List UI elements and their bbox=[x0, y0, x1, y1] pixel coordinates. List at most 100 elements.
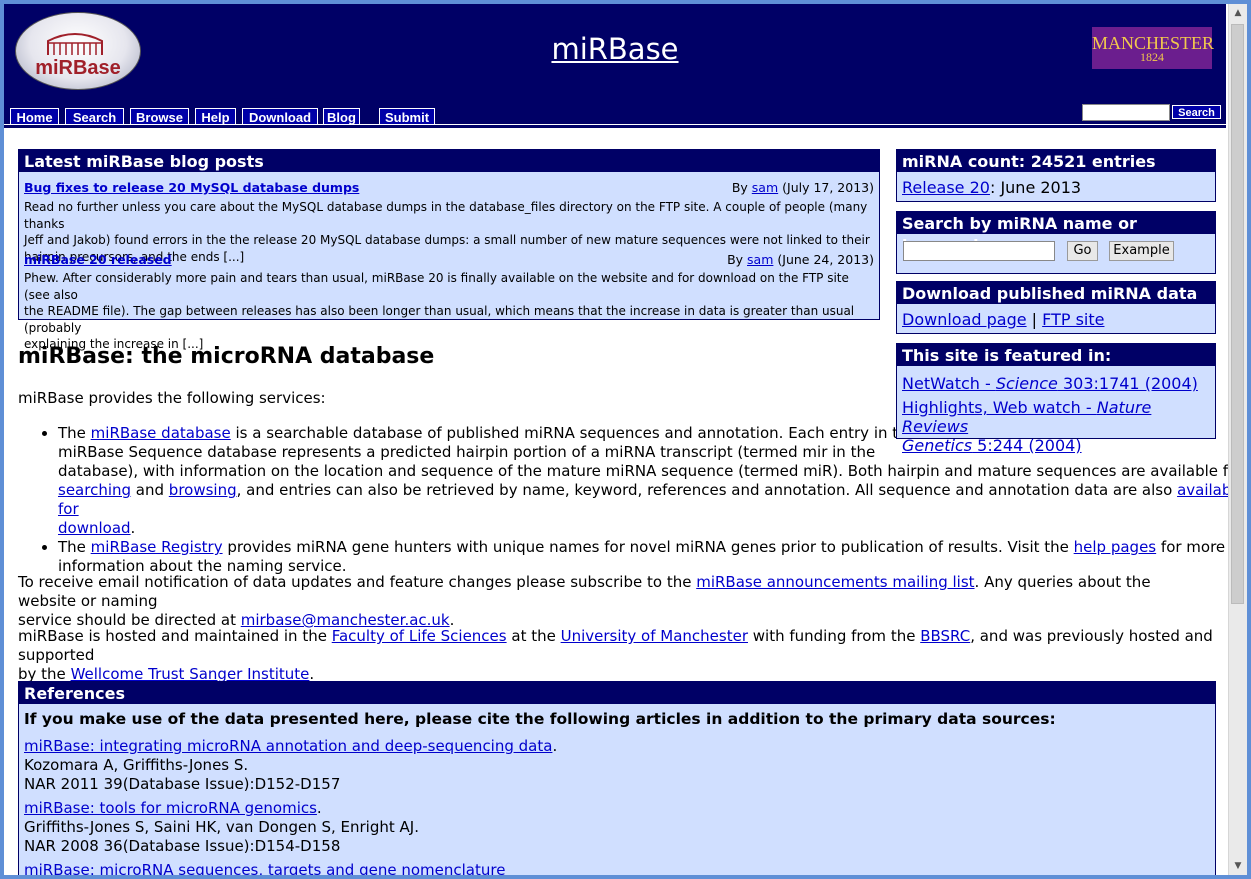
download-heading: Download published miRNA data bbox=[897, 282, 1215, 304]
vertical-scrollbar[interactable]: ▲ ▼ bbox=[1228, 4, 1247, 875]
release-info: Release 20: June 2013 bbox=[902, 178, 1081, 197]
references-heading: References bbox=[19, 682, 1215, 704]
references-panel: References If you make use of the data p… bbox=[18, 681, 1216, 875]
mirbase-registry-link[interactable]: miRBase Registry bbox=[91, 538, 223, 556]
nav-blog[interactable]: Blog bbox=[323, 108, 360, 125]
nav-download[interactable]: Download bbox=[242, 108, 318, 125]
university-logo[interactable]: MANCHESTER 1824 bbox=[1092, 27, 1214, 69]
nav-help[interactable]: Help bbox=[195, 108, 236, 125]
reference-title-link[interactable]: miRBase: integrating microRNA annotation… bbox=[24, 737, 552, 755]
nav-submit[interactable]: Submit bbox=[379, 108, 435, 125]
text: miRBase Sequence database represents a p… bbox=[58, 443, 876, 461]
searching-link[interactable]: searching bbox=[58, 481, 131, 499]
site-title[interactable]: miRBase bbox=[4, 32, 1226, 66]
count-heading: miRNA count: 24521 entries bbox=[897, 150, 1215, 172]
text: Genetics bbox=[902, 436, 973, 455]
nav-home[interactable]: Home bbox=[10, 108, 59, 125]
blog-post-excerpt: Phew. After considerably more pain and t… bbox=[24, 270, 874, 353]
text: NetWatch - bbox=[902, 374, 996, 393]
go-button[interactable]: Go bbox=[1067, 241, 1098, 261]
hosted-paragraph: miRBase is hosted and maintained in the … bbox=[18, 627, 1213, 684]
release-date: : June 2013 bbox=[989, 178, 1082, 197]
references-intro: If you make use of the data presented he… bbox=[24, 710, 1056, 728]
text: . bbox=[130, 519, 136, 537]
text: 303:1741 (2004) bbox=[1057, 374, 1198, 393]
bbsrc-link[interactable]: BBSRC bbox=[920, 627, 970, 645]
text: and bbox=[131, 481, 169, 499]
text: Science bbox=[995, 374, 1058, 393]
text: with funding from the bbox=[748, 627, 921, 645]
text: miRBase is hosted and maintained in the bbox=[18, 627, 332, 645]
reference-item: miRBase: microRNA sequences, targets and… bbox=[24, 861, 505, 875]
quick-search-button[interactable]: Search bbox=[1172, 105, 1221, 119]
blog-post-date: (July 17, 2013) bbox=[782, 180, 874, 195]
download-page-link[interactable]: Download page bbox=[902, 310, 1027, 329]
nav-search[interactable]: Search bbox=[65, 108, 124, 125]
text: provides miRNA gene hunters with unique … bbox=[222, 538, 1074, 556]
keyword-search-input[interactable] bbox=[903, 241, 1055, 261]
site-header: miRBase miRBase MANCHESTER 1824 Home Sea… bbox=[4, 4, 1226, 128]
browser-window: miRBase miRBase MANCHESTER 1824 Home Sea… bbox=[4, 4, 1247, 875]
reference-journal: NAR 2008 36(Database Issue):D154-D158 bbox=[24, 837, 341, 855]
blog-post-title[interactable]: miRBase 20 released bbox=[24, 252, 172, 267]
scroll-up-icon[interactable]: ▲ bbox=[1229, 4, 1247, 22]
text: for more bbox=[1156, 538, 1226, 556]
featured-panel: This site is featured in: NetWatch - Sci… bbox=[896, 343, 1216, 455]
text: 5:244 (2004) bbox=[972, 436, 1082, 455]
reference-item: miRBase: integrating microRNA annotation… bbox=[24, 737, 558, 793]
text: , and entries can also be retrieved by n… bbox=[236, 481, 1178, 499]
page-title: miRBase: the microRNA database bbox=[18, 344, 435, 369]
release-link[interactable]: Release 20 bbox=[902, 178, 990, 197]
mirna-count-panel: miRNA count: 24521 entries Release 20: J… bbox=[896, 149, 1216, 202]
blog-post-by: By bbox=[727, 252, 744, 267]
blog-post-by: By bbox=[731, 180, 748, 195]
download-panel: Download published miRNA data Download p… bbox=[896, 281, 1216, 334]
text: at the bbox=[506, 627, 561, 645]
reference-journal: NAR 2011 39(Database Issue):D152-D157 bbox=[24, 775, 341, 793]
list-item: The miRBase Registry provides miRNA gene… bbox=[58, 538, 1229, 576]
reference-title-link[interactable]: miRBase: tools for microRNA genomics bbox=[24, 799, 317, 817]
mailing-list-link[interactable]: miRBase announcements mailing list bbox=[696, 573, 974, 591]
blog-post-title[interactable]: Bug fixes to release 20 MySQL database d… bbox=[24, 180, 359, 195]
reference-title-link[interactable]: miRBase: microRNA sequences, targets and… bbox=[24, 861, 505, 875]
excerpt-line: Phew. After considerably more pain and t… bbox=[24, 271, 849, 302]
text: The bbox=[58, 424, 91, 442]
ftp-site-link[interactable]: FTP site bbox=[1042, 310, 1104, 329]
quick-search-input[interactable] bbox=[1082, 104, 1170, 121]
reference-authors: Griffiths-Jones S, Saini HK, van Dongen … bbox=[24, 818, 419, 836]
scroll-thumb[interactable] bbox=[1231, 24, 1244, 604]
highlights-link[interactable]: Highlights, Web watch - Nature Reviews G… bbox=[902, 398, 1215, 455]
mirbase-database-link[interactable]: miRBase database bbox=[91, 424, 231, 442]
blog-post-author[interactable]: sam bbox=[752, 180, 778, 195]
text: is a searchable database of published mi… bbox=[230, 424, 917, 442]
featured-heading: This site is featured in: bbox=[897, 344, 1215, 366]
search-heading: Search by miRNA name or keyword bbox=[897, 212, 1215, 255]
reference-authors: Kozomara A, Griffiths-Jones S. bbox=[24, 756, 249, 774]
browsing-link[interactable]: browsing bbox=[169, 481, 237, 499]
download-link[interactable]: download bbox=[58, 519, 131, 537]
nav-browse[interactable]: Browse bbox=[130, 108, 189, 125]
blog-heading: Latest miRBase blog posts bbox=[19, 150, 879, 172]
netwatch-link[interactable]: NetWatch - Science 303:1741 (2004) bbox=[902, 374, 1198, 393]
scroll-down-icon[interactable]: ▼ bbox=[1229, 857, 1247, 875]
excerpt-line: Jeff and Jakob) found errors in the the … bbox=[24, 233, 870, 247]
blog-post-date: (June 24, 2013) bbox=[777, 252, 874, 267]
help-pages-link[interactable]: help pages bbox=[1074, 538, 1156, 556]
blog-post-byline: By sam (July 17, 2013) bbox=[732, 180, 874, 195]
header-divider bbox=[4, 125, 1226, 128]
separator: | bbox=[1026, 310, 1043, 329]
blog-posts-panel: Latest miRBase blog posts Bug fixes to r… bbox=[18, 149, 880, 351]
text: To receive email notification of data up… bbox=[18, 573, 697, 591]
text: Highlights, Web watch - bbox=[902, 398, 1097, 417]
blog-post-author[interactable]: sam bbox=[747, 252, 773, 267]
blog-post-byline: By sam (June 24, 2013) bbox=[727, 252, 874, 267]
keyword-search-panel: Search by miRNA name or keyword Go Examp… bbox=[896, 211, 1216, 274]
excerpt-line: Read no further unless you care about th… bbox=[24, 200, 868, 231]
text: database), with information on the locat… bbox=[58, 462, 1229, 480]
download-links: Download page | FTP site bbox=[902, 310, 1104, 329]
example-button[interactable]: Example bbox=[1109, 241, 1174, 261]
page-content: miRBase miRBase MANCHESTER 1824 Home Sea… bbox=[4, 4, 1229, 875]
text: The bbox=[58, 538, 91, 556]
faculty-link[interactable]: Faculty of Life Sciences bbox=[332, 627, 507, 645]
university-link[interactable]: University of Manchester bbox=[561, 627, 748, 645]
